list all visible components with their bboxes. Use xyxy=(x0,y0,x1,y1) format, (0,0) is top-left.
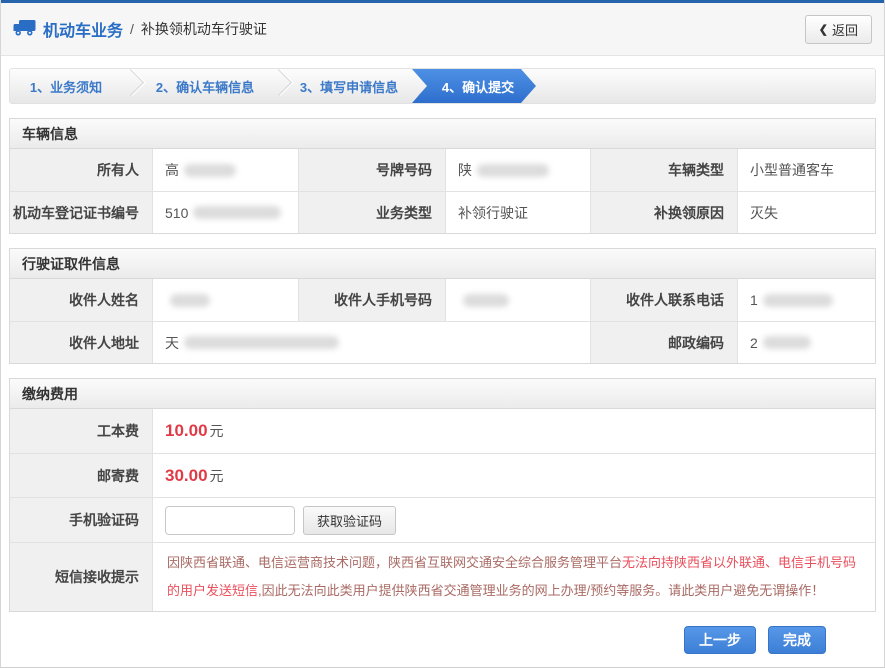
get-sms-code-button[interactable]: 获取验证码 xyxy=(303,506,396,535)
postal-code-value: 2 xyxy=(737,322,875,363)
recipient-mobile-value xyxy=(445,279,590,321)
vehicle-type-value: 小型普通客车 xyxy=(737,149,875,191)
recipient-phone-label: 收件人联系电话 xyxy=(590,279,737,321)
truck-icon xyxy=(13,19,36,40)
postage-fee-unit: 元 xyxy=(210,466,224,486)
step-4-confirm-submit-active: 4、确认提交 xyxy=(412,69,536,103)
sms-notice-part2: ,因此无法向此类用户提供陕西省交通管理业务的网上办理/预约等服务。请此类用户避免… xyxy=(258,583,824,598)
table-row: 手机验证码 获取验证码 xyxy=(10,497,875,542)
finish-button[interactable]: 完成 xyxy=(768,626,826,654)
table-row: 工本费 10.00 元 xyxy=(10,409,875,453)
production-fee-amount: 10.00 xyxy=(165,421,208,441)
table-row: 所有人 高 号牌号码 陕 车辆类型 小型普通客车 xyxy=(10,149,875,191)
plate-number-value: 陕 xyxy=(445,149,590,191)
redacted-value xyxy=(477,164,549,177)
step-separator-icon xyxy=(122,69,140,103)
recipient-address-value: 天 xyxy=(152,322,590,363)
vehicle-info-title: 车辆信息 xyxy=(10,119,875,149)
redacted-value xyxy=(463,294,509,307)
production-fee-label: 工本费 xyxy=(10,409,152,453)
redacted-value xyxy=(763,294,833,307)
app-title: 机动车业务 xyxy=(43,17,123,41)
redacted-value xyxy=(170,294,210,307)
sms-notice-label: 短信接收提示 xyxy=(10,543,152,611)
registration-cert-no-value: 510 xyxy=(152,192,298,233)
sms-notice-part1: 因陕西省联通、电信运营商技术问题，陕西省互联网交通安全综合服务管理平台 xyxy=(167,555,622,570)
business-type-label: 业务类型 xyxy=(298,192,445,233)
recipient-name-value xyxy=(152,279,298,321)
replacement-reason-value: 灭失 xyxy=(737,192,875,233)
payment-panel: 缴纳费用 工本费 10.00 元 邮寄费 30.00 元 手机验证码 获取验证码… xyxy=(9,378,876,612)
title-separator: / xyxy=(130,21,134,37)
step-2-confirm-vehicle: 2、确认车辆信息 xyxy=(140,69,270,103)
replacement-reason-label: 补换领原因 xyxy=(590,192,737,233)
step-separator-icon xyxy=(270,69,288,103)
postal-code-label: 邮政编码 xyxy=(590,322,737,363)
step-1-business-notice: 1、业务须知 xyxy=(10,69,122,103)
table-row: 短信接收提示 因陕西省联通、电信运营商技术问题，陕西省互联网交通安全综合服务管理… xyxy=(10,542,875,611)
recipient-mobile-label: 收件人手机号码 xyxy=(298,279,445,321)
step-wizard: 1、业务须知 2、确认车辆信息 3、填写申请信息 4、确认提交 xyxy=(9,68,876,104)
previous-step-button[interactable]: 上一步 xyxy=(684,626,756,654)
step-3-fill-application: 3、填写申请信息 xyxy=(288,69,410,103)
recipient-name-label: 收件人姓名 xyxy=(10,279,152,321)
business-type-value: 补领行驶证 xyxy=(445,192,590,233)
plate-number-label: 号牌号码 xyxy=(298,149,445,191)
table-row: 邮寄费 30.00 元 xyxy=(10,453,875,497)
postage-fee-value: 30.00 元 xyxy=(152,454,875,497)
recipient-phone-value: 1 xyxy=(737,279,875,321)
table-row: 收件人地址 天 邮政编码 2 xyxy=(10,321,875,363)
production-fee-value: 10.00 元 xyxy=(152,409,875,453)
redacted-value xyxy=(184,164,236,177)
payment-title: 缴纳费用 xyxy=(10,379,875,409)
back-button-label: 返回 xyxy=(832,20,858,39)
sms-code-label: 手机验证码 xyxy=(10,498,152,542)
redacted-value xyxy=(763,336,811,349)
registration-cert-no-label: 机动车登记证书编号 xyxy=(10,192,152,233)
recipient-address-label: 收件人地址 xyxy=(10,322,152,363)
postage-fee-amount: 30.00 xyxy=(165,466,208,486)
sms-code-input[interactable] xyxy=(165,506,295,535)
owner-value: 高 xyxy=(152,149,298,191)
postage-fee-label: 邮寄费 xyxy=(10,454,152,497)
vehicle-type-label: 车辆类型 xyxy=(590,149,737,191)
redacted-value xyxy=(193,206,281,219)
page-title: 补换领机动车行驶证 xyxy=(141,19,267,39)
app-header: 机动车业务 / 补换领机动车行驶证 ❮ 返回 xyxy=(1,3,884,56)
table-row: 机动车登记证书编号 510 业务类型 补领行驶证 补换领原因 灭失 xyxy=(10,191,875,233)
bottom-actions: 上一步 完成 xyxy=(1,626,884,654)
sms-code-cell: 获取验证码 xyxy=(152,498,875,542)
pickup-info-title: 行驶证取件信息 xyxy=(10,249,875,279)
redacted-value xyxy=(184,336,339,349)
back-chevron-icon: ❮ xyxy=(819,23,828,36)
production-fee-unit: 元 xyxy=(210,421,224,441)
back-button[interactable]: ❮ 返回 xyxy=(805,15,872,44)
sms-notice-text: 因陕西省联通、电信运营商技术问题，陕西省互联网交通安全综合服务管理平台无法向持陕… xyxy=(152,543,875,611)
table-row: 收件人姓名 收件人手机号码 收件人联系电话 1 xyxy=(10,279,875,321)
pickup-info-panel: 行驶证取件信息 收件人姓名 收件人手机号码 收件人联系电话 1 收件人地址 天 … xyxy=(9,248,876,364)
vehicle-info-panel: 车辆信息 所有人 高 号牌号码 陕 车辆类型 小型普通客车 机动车登记证书编号 … xyxy=(9,118,876,234)
page: 机动车业务 / 补换领机动车行驶证 ❮ 返回 1、业务须知 2、确认车辆信息 3… xyxy=(0,0,885,668)
owner-label: 所有人 xyxy=(10,149,152,191)
